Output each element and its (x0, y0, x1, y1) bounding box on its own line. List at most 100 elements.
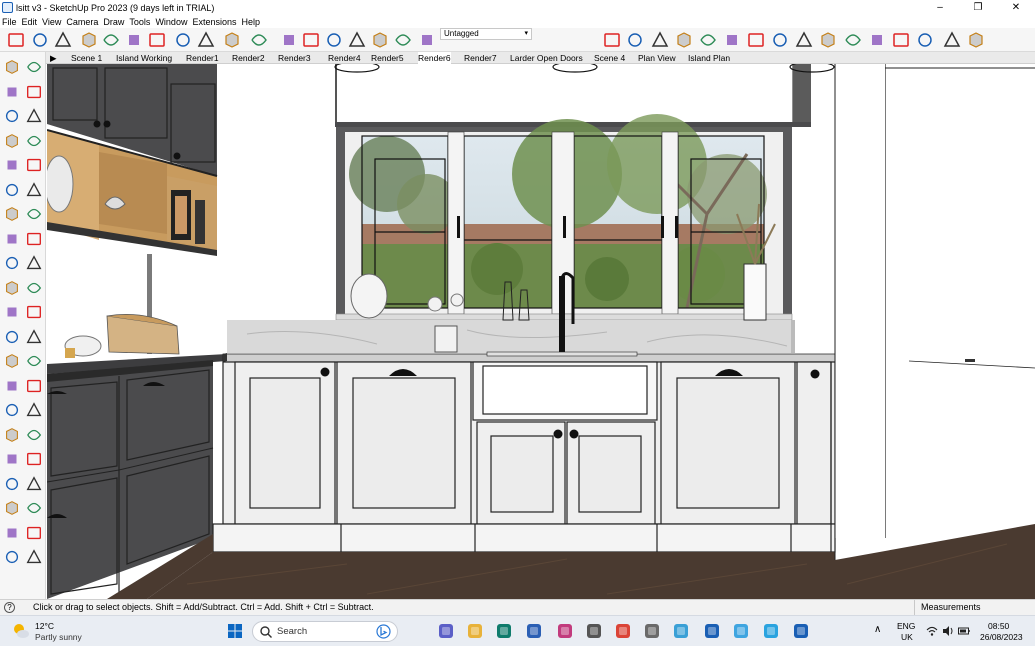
tape-measure-2-icon[interactable] (3, 377, 21, 395)
pie-icon[interactable] (25, 205, 43, 223)
section-plane-icon[interactable] (843, 30, 863, 50)
menu-help[interactable]: Help (241, 17, 260, 27)
scene-tab-island-plan[interactable]: Island Plan (688, 52, 730, 64)
section-cuts-icon[interactable] (891, 30, 911, 50)
new-icon[interactable] (6, 30, 26, 50)
scene-tab-render1[interactable]: Render1 (186, 52, 219, 64)
pencil-line-icon[interactable] (3, 132, 21, 150)
section-display-icon[interactable] (867, 30, 887, 50)
scene-tab-render2[interactable]: Render2 (232, 52, 265, 64)
scene-tab-scene-4[interactable]: Scene 4 (594, 52, 625, 64)
layout-icon[interactable] (818, 30, 838, 50)
copy-icon[interactable] (101, 30, 121, 50)
component-icon[interactable] (3, 107, 21, 125)
scene-tab-render4[interactable]: Render4 (328, 52, 361, 64)
orbit-2-icon[interactable] (3, 401, 21, 419)
wifi-icon[interactable] (926, 625, 938, 637)
scene-tab-scene-1[interactable]: Scene 1 (71, 52, 102, 64)
save-icon[interactable] (53, 30, 73, 50)
menu-draw[interactable]: Draw (103, 17, 124, 27)
scene-tab-render7[interactable]: Render7 (464, 52, 497, 64)
offset-icon[interactable] (25, 303, 43, 321)
scene-tab-render6[interactable]: Render6 (418, 52, 451, 64)
start-icon[interactable] (226, 622, 244, 640)
partly-sunny-icon[interactable] (12, 622, 30, 640)
previous-view-icon[interactable] (25, 450, 43, 468)
cut-icon[interactable] (79, 30, 99, 50)
open-icon[interactable] (30, 30, 50, 50)
section-plane-icon[interactable] (25, 499, 43, 517)
push-pull-icon[interactable] (25, 254, 43, 272)
paste-icon[interactable] (124, 30, 144, 50)
iso-view-icon[interactable] (279, 30, 299, 50)
tag-select[interactable]: Untagged ▾ (440, 28, 532, 40)
bing-icon[interactable] (376, 624, 391, 639)
maximize-button[interactable]: ❐ (959, 0, 997, 15)
battery-icon[interactable] (958, 625, 970, 637)
eraser-icon[interactable] (25, 83, 43, 101)
language-indicator[interactable]: ENG (897, 621, 915, 631)
taskbar-search[interactable]: Search (252, 621, 398, 642)
3d-text-icon[interactable] (25, 377, 43, 395)
hidden-line-icon[interactable] (650, 30, 670, 50)
protractor-icon[interactable] (3, 352, 21, 370)
drape-icon[interactable] (25, 548, 43, 566)
scene-tab-render3[interactable]: Render3 (278, 52, 311, 64)
store-icon[interactable] (525, 622, 543, 640)
left-view-icon[interactable] (393, 30, 413, 50)
extension-warehouse-icon[interactable] (746, 30, 766, 50)
sandbox-icon[interactable] (966, 30, 986, 50)
stamp-icon[interactable] (3, 548, 21, 566)
orbit-icon[interactable] (25, 58, 43, 76)
front-view-icon[interactable] (324, 30, 344, 50)
menu-extensions[interactable]: Extensions (192, 17, 236, 27)
arc-icon[interactable] (3, 205, 21, 223)
three-point-arc-icon[interactable] (25, 230, 43, 248)
3d-warehouse-icon[interactable] (770, 30, 790, 50)
mail-icon[interactable] (703, 622, 721, 640)
section-fill-icon[interactable] (915, 30, 935, 50)
file-explorer-icon[interactable] (466, 622, 484, 640)
edge-icon[interactable] (495, 622, 513, 640)
rectangle-icon[interactable] (3, 156, 21, 174)
extension-manager-icon[interactable] (794, 30, 814, 50)
shaded-textures-icon[interactable] (698, 30, 718, 50)
scene-tab-island-working[interactable]: Island Working (116, 52, 172, 64)
scene-tab-plan-view[interactable]: Plan View (638, 52, 676, 64)
volume-icon[interactable] (942, 625, 954, 637)
menu-tools[interactable]: Tools (129, 17, 150, 27)
snipping-tool-icon[interactable] (556, 622, 574, 640)
back-view-icon[interactable] (370, 30, 390, 50)
dimension-icon[interactable] (25, 328, 43, 346)
rotated-rectangle-icon[interactable] (25, 156, 43, 174)
xray-icon[interactable] (417, 30, 437, 50)
measurements-box[interactable]: Measurements (914, 600, 1035, 616)
redo-icon[interactable] (196, 30, 216, 50)
monochrome-icon[interactable] (722, 30, 742, 50)
paint-bucket-icon[interactable] (3, 83, 21, 101)
menu-file[interactable]: File (2, 17, 17, 27)
axes-icon[interactable] (3, 328, 21, 346)
two-point-arc-icon[interactable] (3, 230, 21, 248)
model-info-icon[interactable] (249, 30, 269, 50)
sketchup-icon[interactable] (792, 622, 810, 640)
rotate-icon[interactable] (3, 279, 21, 297)
scale-icon[interactable] (3, 303, 21, 321)
model-viewport[interactable] (47, 64, 1035, 599)
select-icon[interactable] (3, 58, 21, 76)
close-button[interactable]: ✕ (997, 0, 1035, 15)
zoom-extents-icon[interactable] (3, 450, 21, 468)
scene-tab-render5[interactable]: Render5 (371, 52, 404, 64)
erase-icon[interactable] (147, 30, 167, 50)
settings-icon[interactable] (585, 622, 603, 640)
circle-icon[interactable] (3, 181, 21, 199)
undo-icon[interactable] (173, 30, 193, 50)
scene-tab-larder-open-doors[interactable]: Larder Open Doors (510, 52, 583, 64)
zoom-icon[interactable] (3, 426, 21, 444)
zoom-window-icon[interactable] (25, 426, 43, 444)
pan-icon[interactable] (25, 401, 43, 419)
telegram-icon[interactable] (762, 622, 780, 640)
menu-edit[interactable]: Edit (22, 17, 38, 27)
notepad-icon[interactable] (732, 622, 750, 640)
calculator-icon[interactable] (643, 622, 661, 640)
